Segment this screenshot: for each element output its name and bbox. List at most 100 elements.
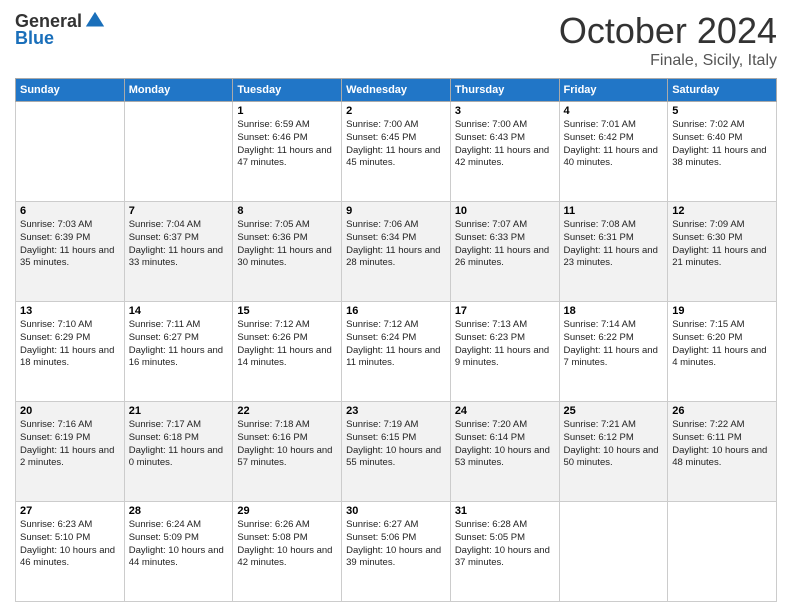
location-title: Finale, Sicily, Italy <box>559 52 777 70</box>
logo-blue-text: Blue <box>15 28 54 48</box>
day-number: 14 <box>129 305 229 317</box>
calendar-cell <box>16 102 125 202</box>
day-number: 18 <box>564 305 664 317</box>
calendar-cell: 23 Sunrise: 7:19 AMSunset: 6:15 PMDayligh… <box>342 402 451 502</box>
day-number: 7 <box>129 205 229 217</box>
day-number: 20 <box>20 405 120 417</box>
calendar-cell: 5 Sunrise: 7:02 AMSunset: 6:40 PMDaylight… <box>668 102 777 202</box>
calendar-cell: 8 Sunrise: 7:05 AMSunset: 6:36 PMDaylight… <box>233 202 342 302</box>
cell-info: Sunrise: 7:06 AMSunset: 6:34 PMDaylight:… <box>346 219 446 270</box>
day-number: 4 <box>564 105 664 117</box>
cell-info: Sunrise: 7:13 AMSunset: 6:23 PMDaylight:… <box>455 319 555 370</box>
cell-info: Sunrise: 7:17 AMSunset: 6:18 PMDaylight:… <box>129 419 229 470</box>
calendar-cell: 21 Sunrise: 7:17 AMSunset: 6:18 PMDayligh… <box>124 402 233 502</box>
calendar-cell: 22 Sunrise: 7:18 AMSunset: 6:16 PMDayligh… <box>233 402 342 502</box>
day-number: 11 <box>564 205 664 217</box>
day-number: 30 <box>346 505 446 517</box>
cell-info: Sunrise: 6:28 AMSunset: 5:05 PMDaylight:… <box>455 519 555 570</box>
calendar-week-row: 1 Sunrise: 6:59 AMSunset: 6:46 PMDaylight… <box>16 102 777 202</box>
calendar-cell: 24 Sunrise: 7:20 AMSunset: 6:14 PMDayligh… <box>450 402 559 502</box>
weekday-header: Sunday <box>16 79 125 102</box>
cell-info: Sunrise: 7:19 AMSunset: 6:15 PMDaylight:… <box>346 419 446 470</box>
day-number: 6 <box>20 205 120 217</box>
calendar-cell: 15 Sunrise: 7:12 AMSunset: 6:26 PMDayligh… <box>233 302 342 402</box>
cell-info: Sunrise: 7:08 AMSunset: 6:31 PMDaylight:… <box>564 219 664 270</box>
day-number: 19 <box>672 305 772 317</box>
day-number: 25 <box>564 405 664 417</box>
calendar-cell: 20 Sunrise: 7:16 AMSunset: 6:19 PMDayligh… <box>16 402 125 502</box>
cell-info: Sunrise: 7:18 AMSunset: 6:16 PMDaylight:… <box>237 419 337 470</box>
calendar-cell: 18 Sunrise: 7:14 AMSunset: 6:22 PMDayligh… <box>559 302 668 402</box>
day-number: 27 <box>20 505 120 517</box>
day-number: 23 <box>346 405 446 417</box>
day-number: 22 <box>237 405 337 417</box>
weekday-header: Thursday <box>450 79 559 102</box>
calendar-cell: 9 Sunrise: 7:06 AMSunset: 6:34 PMDaylight… <box>342 202 451 302</box>
calendar-cell: 3 Sunrise: 7:00 AMSunset: 6:43 PMDaylight… <box>450 102 559 202</box>
cell-info: Sunrise: 7:15 AMSunset: 6:20 PMDaylight:… <box>672 319 772 370</box>
calendar-cell: 12Sunrise: 7:09 AMSunset: 6:30 PMDayligh… <box>668 202 777 302</box>
cell-info: Sunrise: 7:04 AMSunset: 6:37 PMDaylight:… <box>129 219 229 270</box>
calendar-header-row: SundayMondayTuesdayWednesdayThursdayFrid… <box>16 79 777 102</box>
cell-info: Sunrise: 7:16 AMSunset: 6:19 PMDaylight:… <box>20 419 120 470</box>
calendar-cell: 19 Sunrise: 7:15 AMSunset: 6:20 PMDayligh… <box>668 302 777 402</box>
title-block: October 2024 Finale, Sicily, Italy <box>559 10 777 70</box>
cell-info: Sunrise: 7:00 AMSunset: 6:45 PMDaylight:… <box>346 119 446 170</box>
day-number: 13 <box>20 305 120 317</box>
day-number: 10 <box>455 205 555 217</box>
cell-info: Sunrise: 6:59 AMSunset: 6:46 PMDaylight:… <box>237 119 337 170</box>
day-number: 1 <box>237 105 337 117</box>
cell-info: Sunrise: 7:09 AMSunset: 6:30 PMDaylight:… <box>672 219 772 270</box>
cell-info: Sunrise: 6:24 AMSunset: 5:09 PMDaylight:… <box>129 519 229 570</box>
logo-icon <box>84 10 106 32</box>
weekday-header: Friday <box>559 79 668 102</box>
day-number: 24 <box>455 405 555 417</box>
cell-info: Sunrise: 6:23 AMSunset: 5:10 PMDaylight:… <box>20 519 120 570</box>
calendar-cell: 25 Sunrise: 7:21 AMSunset: 6:12 PMDayligh… <box>559 402 668 502</box>
day-number: 16 <box>346 305 446 317</box>
cell-info: Sunrise: 7:05 AMSunset: 6:36 PMDaylight:… <box>237 219 337 270</box>
day-number: 3 <box>455 105 555 117</box>
weekday-header: Monday <box>124 79 233 102</box>
day-number: 21 <box>129 405 229 417</box>
calendar-cell: 11 Sunrise: 7:08 AMSunset: 6:31 PMDayligh… <box>559 202 668 302</box>
calendar-week-row: 20 Sunrise: 7:16 AMSunset: 6:19 PMDayligh… <box>16 402 777 502</box>
calendar-cell: 1 Sunrise: 6:59 AMSunset: 6:46 PMDaylight… <box>233 102 342 202</box>
calendar-cell: 29Sunrise: 6:26 AMSunset: 5:08 PMDayligh… <box>233 502 342 602</box>
cell-info: Sunrise: 7:20 AMSunset: 6:14 PMDaylight:… <box>455 419 555 470</box>
day-number: 26 <box>672 405 772 417</box>
day-number: 5 <box>672 105 772 117</box>
cell-info: Sunrise: 7:22 AMSunset: 6:11 PMDaylight:… <box>672 419 772 470</box>
calendar-cell: 6 Sunrise: 7:03 AMSunset: 6:39 PMDaylight… <box>16 202 125 302</box>
calendar-cell: 31Sunrise: 6:28 AMSunset: 5:05 PMDayligh… <box>450 502 559 602</box>
cell-info: Sunrise: 7:12 AMSunset: 6:24 PMDaylight:… <box>346 319 446 370</box>
day-number: 2 <box>346 105 446 117</box>
calendar-cell <box>559 502 668 602</box>
day-number: 9 <box>346 205 446 217</box>
day-number: 8 <box>237 205 337 217</box>
cell-info: Sunrise: 7:14 AMSunset: 6:22 PMDaylight:… <box>564 319 664 370</box>
calendar-cell: 7 Sunrise: 7:04 AMSunset: 6:37 PMDaylight… <box>124 202 233 302</box>
cell-info: Sunrise: 7:02 AMSunset: 6:40 PMDaylight:… <box>672 119 772 170</box>
header: General Blue October 2024 Finale, Sicily… <box>15 10 777 70</box>
cell-info: Sunrise: 7:03 AMSunset: 6:39 PMDaylight:… <box>20 219 120 270</box>
cell-info: Sunrise: 7:12 AMSunset: 6:26 PMDaylight:… <box>237 319 337 370</box>
day-number: 17 <box>455 305 555 317</box>
calendar-cell <box>124 102 233 202</box>
calendar-week-row: 13 Sunrise: 7:10 AMSunset: 6:29 PMDayligh… <box>16 302 777 402</box>
day-number: 15 <box>237 305 337 317</box>
cell-info: Sunrise: 7:10 AMSunset: 6:29 PMDaylight:… <box>20 319 120 370</box>
cell-info: Sunrise: 7:21 AMSunset: 6:12 PMDaylight:… <box>564 419 664 470</box>
calendar-week-row: 27 Sunrise: 6:23 AMSunset: 5:10 PMDayligh… <box>16 502 777 602</box>
weekday-header: Wednesday <box>342 79 451 102</box>
weekday-header: Tuesday <box>233 79 342 102</box>
calendar-cell: 4 Sunrise: 7:01 AMSunset: 6:42 PMDaylight… <box>559 102 668 202</box>
calendar-cell: 26 Sunrise: 7:22 AMSunset: 6:11 PMDayligh… <box>668 402 777 502</box>
calendar-cell: 14Sunrise: 7:11 AMSunset: 6:27 PMDayligh… <box>124 302 233 402</box>
cell-info: Sunrise: 7:00 AMSunset: 6:43 PMDaylight:… <box>455 119 555 170</box>
day-number: 29 <box>237 505 337 517</box>
cell-info: Sunrise: 7:01 AMSunset: 6:42 PMDaylight:… <box>564 119 664 170</box>
month-title: October 2024 <box>559 10 777 52</box>
cell-info: Sunrise: 6:27 AMSunset: 5:06 PMDaylight:… <box>346 519 446 570</box>
calendar-cell: 28Sunrise: 6:24 AMSunset: 5:09 PMDayligh… <box>124 502 233 602</box>
